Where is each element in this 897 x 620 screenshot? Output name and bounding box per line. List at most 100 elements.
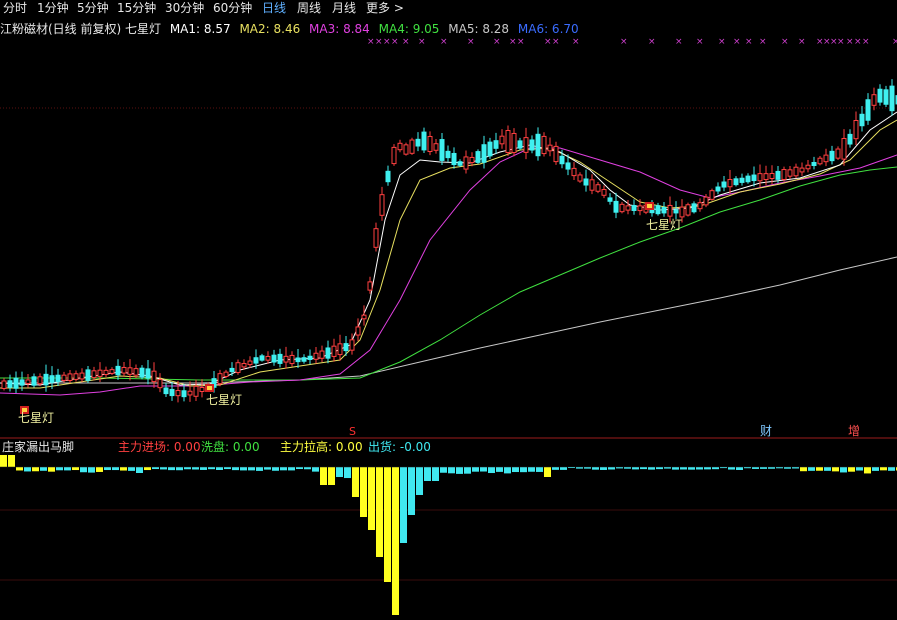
x-marker: ×: [696, 37, 704, 47]
indicator-bar: [264, 467, 271, 470]
candle-down: [181, 390, 187, 398]
candle-up: [241, 362, 247, 368]
indicator-bar: [712, 467, 719, 470]
x-marker: ×: [509, 37, 517, 47]
candle-up: [217, 373, 223, 385]
candle-up: [781, 169, 787, 180]
seven-star-badge-core: [207, 386, 212, 390]
candle-down: [145, 368, 151, 379]
candle-down: [307, 355, 313, 360]
indicator-bar: [520, 467, 527, 473]
candle-up: [157, 379, 163, 389]
candle-down: [421, 131, 427, 151]
candle-up: [73, 373, 79, 380]
indicator-bar: [528, 467, 535, 472]
indicator-bar: [808, 467, 815, 471]
candle-up: [37, 376, 43, 385]
indicator-bar: [120, 467, 127, 471]
kline-chart[interactable]: × × × × × × × × × × × × × × × × × × × × × × × × × × × × × × × ×: [0, 0, 897, 620]
x-marker: ×: [798, 37, 806, 47]
indicator-bar: [456, 467, 463, 474]
main-entry-readout: 主力进场: 0.00: [118, 440, 201, 454]
candle-down: [889, 85, 895, 112]
candle-up: [589, 179, 595, 191]
candle-up: [769, 172, 775, 180]
indicator-bar: [40, 467, 47, 471]
candle-up: [595, 184, 601, 192]
x-marker: ×: [675, 37, 683, 47]
candle-down: [49, 375, 55, 383]
indicator-bar: [360, 467, 367, 517]
indicator-bar: [184, 467, 191, 470]
candle-up: [1, 380, 7, 389]
indicator-bar: [552, 467, 559, 470]
candle-up: [619, 203, 625, 213]
candle-up: [523, 137, 529, 153]
candle-up: [799, 167, 805, 173]
candle-up: [199, 386, 205, 393]
x-marker: ×: [544, 37, 552, 47]
candle-down: [613, 200, 619, 213]
candle-up: [793, 166, 799, 177]
candle-down: [19, 379, 25, 386]
candle-down: [847, 133, 853, 145]
indicator-bar: [784, 467, 791, 469]
candle-up: [409, 139, 415, 154]
candle-down: [163, 387, 169, 395]
candle-down: [721, 181, 727, 188]
candle-up: [727, 179, 733, 188]
indicator-bar: [328, 467, 335, 485]
indicator-bar: [8, 455, 15, 467]
candle-up: [25, 379, 31, 385]
indicator-bar: [688, 467, 695, 470]
indicator-bar: [296, 467, 303, 470]
candle-up: [319, 350, 325, 359]
indicator-bar: [624, 467, 631, 469]
candle-up: [709, 190, 715, 200]
candle-up: [127, 367, 133, 375]
candle-up: [193, 385, 199, 397]
indicator-bar: [656, 467, 663, 470]
candle-down: [529, 139, 535, 151]
seven-star-badge-core: [647, 204, 652, 208]
indicator-bar: [648, 467, 655, 470]
indicator-bar: [512, 467, 519, 473]
candle-up: [571, 167, 577, 177]
x-marker: ×: [517, 37, 525, 47]
candle-up: [853, 120, 859, 140]
indicator-bar: [696, 467, 703, 470]
indicator-bar: [136, 467, 143, 473]
candle-up: [547, 144, 553, 152]
candle-up: [763, 173, 769, 181]
candle-up: [625, 205, 631, 211]
candle-up: [433, 143, 439, 151]
indicator-bar: [768, 467, 775, 469]
signal-s-marker[interactable]: S: [349, 425, 356, 439]
candle-up: [823, 154, 829, 163]
indicator-bar: [224, 467, 231, 470]
candle-up: [337, 343, 343, 356]
indicator-bar: [560, 467, 567, 470]
candle-down: [739, 177, 745, 183]
candle-up: [223, 371, 229, 377]
increase-marker[interactable]: 增: [848, 424, 860, 438]
candle-up: [403, 144, 409, 155]
indicator-bar: [368, 467, 375, 530]
x-marker: ×: [391, 37, 399, 47]
indicator-bar: [0, 455, 7, 467]
indicator-bar: [160, 467, 167, 470]
indicator-bar: [840, 467, 847, 473]
indicator-bar: [104, 467, 111, 471]
candle-down: [631, 205, 637, 211]
candle-down: [493, 140, 499, 149]
finance-marker[interactable]: 财: [760, 424, 772, 438]
candle-down: [811, 161, 817, 167]
indicator-bar: [600, 467, 607, 470]
candle-up: [787, 169, 793, 177]
candle-up: [667, 204, 673, 217]
indicator-bar: [96, 467, 103, 472]
indicator-bar: [232, 467, 239, 471]
candle-down: [169, 388, 175, 397]
candle-up: [391, 146, 397, 165]
candle-down: [607, 197, 613, 202]
